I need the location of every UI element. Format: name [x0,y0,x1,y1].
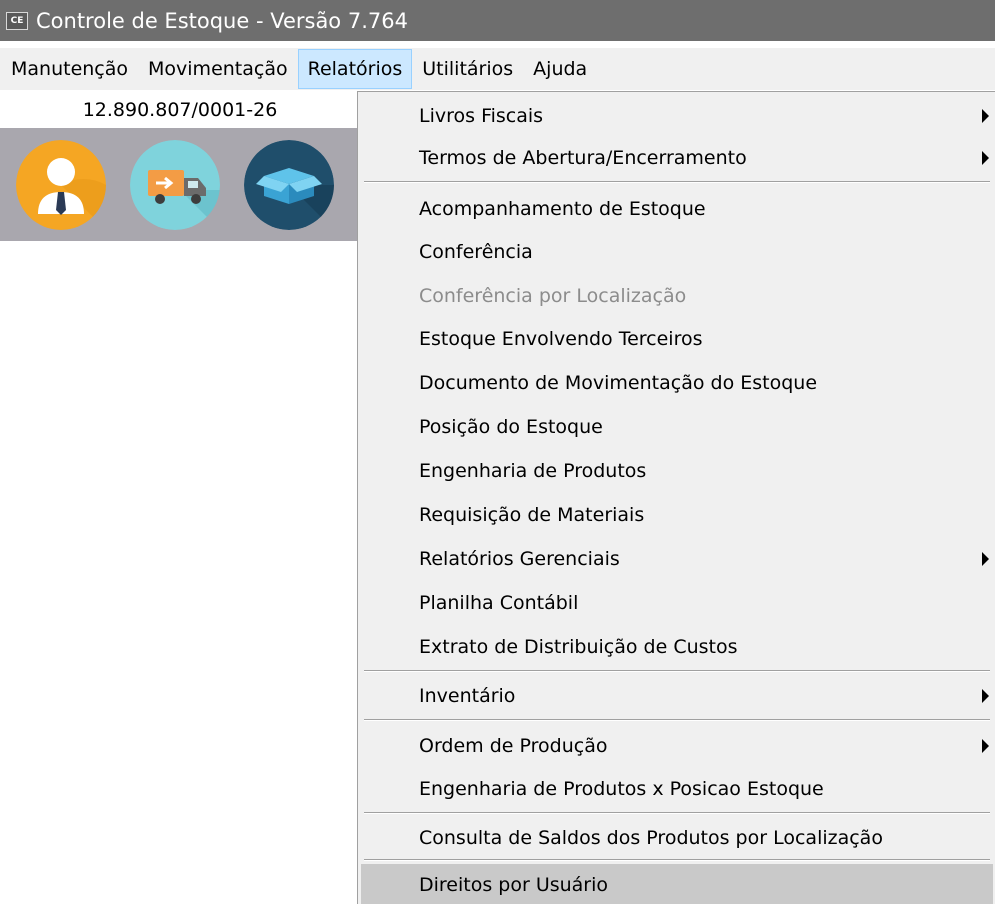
menu-item-label: Inventário [419,685,516,707]
menu-item-label: Extrato de Distribuição de Custos [419,636,738,658]
submenu-arrow-icon [982,151,989,165]
title-bar: CE Controle de Estoque - Versão 7.764 [0,0,995,41]
menu-item-label: Engenharia de Produtos [419,460,647,482]
menu-item-label: Estoque Envolvendo Terceiros [419,328,703,350]
user-button[interactable] [16,140,106,230]
menu-item-label: Direitos por Usuário [419,874,609,896]
menu-item-engenharia-produtos[interactable]: Engenharia de Produtos [361,450,993,492]
menu-item-label: Documento de Movimentação do Estoque [419,372,818,394]
menu-item-label: Consulta de Saldos dos Produtos por Loca… [419,827,883,849]
menu-manutencao[interactable]: Manutenção [0,49,138,89]
menu-item-engenharia-posicao[interactable]: Engenharia de Produtos x Posicao Estoque [361,768,993,810]
submenu-arrow-icon [982,552,989,566]
submenu-arrow-icon [982,739,989,753]
menu-separator [364,719,990,721]
menu-separator [364,670,990,672]
relatorios-dropdown: Livros Fiscais Termos de Abertura/Encerr… [357,91,995,904]
menu-item-conferencia[interactable]: Conferência [361,231,993,273]
menu-utilitarios[interactable]: Utilitários [412,49,523,89]
menu-item-livros-fiscais[interactable]: Livros Fiscais [361,95,993,137]
menu-item-requisicao-materiais[interactable]: Requisição de Materiais [361,494,993,536]
menu-item-termos[interactable]: Termos de Abertura/Encerramento [361,137,993,179]
delivery-truck-icon [130,140,220,230]
menu-item-ordem-producao[interactable]: Ordem de Produção [361,725,993,767]
menu-item-relatorios-gerenciais[interactable]: Relatórios Gerenciais [361,538,993,580]
menu-separator [364,812,990,814]
menu-ajuda[interactable]: Ajuda [523,49,597,89]
menu-relatorios[interactable]: Relatórios [297,49,413,89]
menu-item-inventario[interactable]: Inventário [361,675,993,717]
toolbar [0,128,360,241]
menu-item-conferencia-localizacao: Conferência por Localização [361,275,993,317]
menu-item-label: Ordem de Produção [419,735,608,757]
menu-item-label: Engenharia de Produtos x Posicao Estoque [419,778,824,800]
box-icon [244,140,334,230]
menu-item-documento-movimentacao[interactable]: Documento de Movimentação do Estoque [361,362,993,404]
user-icon [16,140,106,230]
menu-item-consulta-saldos[interactable]: Consulta de Saldos dos Produtos por Loca… [361,817,993,859]
menu-item-label: Acompanhamento de Estoque [419,198,706,220]
menu-item-label: Conferência [419,241,533,263]
box-button[interactable] [244,140,334,230]
menu-item-extrato-custos[interactable]: Extrato de Distribuição de Custos [361,626,993,668]
menu-movimentacao[interactable]: Movimentação [138,49,298,89]
menu-item-estoque-terceiros[interactable]: Estoque Envolvendo Terceiros [361,318,993,360]
menu-item-label: Livros Fiscais [419,105,544,127]
menu-item-label: Planilha Contábil [419,592,579,614]
main-area [0,241,360,904]
menu-item-posicao-estoque[interactable]: Posição do Estoque [361,406,993,448]
menu-item-planilha-contabil[interactable]: Planilha Contábil [361,582,993,624]
menu-item-label: Posição do Estoque [419,416,603,438]
company-cnpj: 12.890.807/0001-26 [0,93,360,127]
menu-bar: Manutenção Movimentação Relatórios Utili… [0,48,995,90]
menu-item-acompanhamento[interactable]: Acompanhamento de Estoque [361,188,993,230]
app-icon[interactable]: CE [6,11,28,30]
menu-item-label: Termos de Abertura/Encerramento [419,147,747,169]
menu-item-direitos-usuario[interactable]: Direitos por Usuário [361,864,993,904]
submenu-arrow-icon [982,109,989,123]
menu-item-label: Relatórios Gerenciais [419,548,620,570]
menu-separator [364,859,990,861]
menu-item-label: Conferência por Localização [419,285,687,307]
menu-item-label: Requisição de Materiais [419,504,645,526]
submenu-arrow-icon [982,689,989,703]
menu-separator [364,181,990,183]
window-title: Controle de Estoque - Versão 7.764 [36,8,408,33]
delivery-button[interactable] [130,140,220,230]
